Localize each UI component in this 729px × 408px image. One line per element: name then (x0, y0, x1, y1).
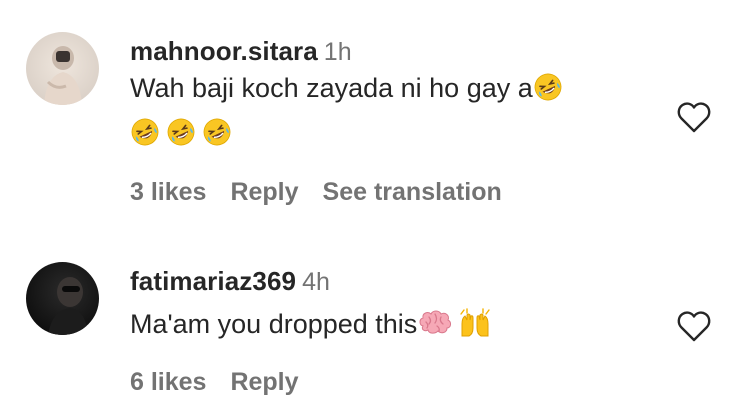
comment-actions: 6 likes Reply (130, 367, 323, 397)
reply-button[interactable]: Reply (230, 368, 298, 396)
timestamp: 4h (302, 268, 330, 296)
reply-button[interactable]: Reply (230, 178, 298, 206)
heart-outline-icon[interactable] (676, 100, 712, 134)
username[interactable]: fatimariaz369 (130, 266, 296, 296)
rolling-on-floor-laughing-emoji-icon (166, 117, 196, 147)
avatar-image (26, 262, 99, 335)
comment-text: Wah baji koch zayada ni ho gay a (130, 72, 563, 104)
avatar-image (26, 32, 99, 105)
comment-item: mahnoor.sitara 1h Wah baji koch zayada ni… (0, 0, 729, 230)
likes-count[interactable]: 3 likes (130, 178, 206, 206)
comment-text-content: Wah baji koch zayada ni ho gay a (130, 73, 533, 103)
rolling-on-floor-laughing-emoji-icon (202, 117, 232, 147)
comment-actions: 3 likes Reply See translation (130, 177, 526, 207)
likes-count[interactable]: 6 likes (130, 368, 206, 396)
rolling-on-floor-laughing-emoji-icon (533, 72, 563, 102)
heart-outline-icon[interactable] (676, 309, 712, 343)
raising-hands-emoji-icon (457, 308, 493, 338)
comment-text-content: Ma'am you dropped this (130, 309, 418, 339)
avatar[interactable] (26, 262, 99, 335)
comment-text: Ma'am you dropped this (130, 308, 493, 340)
see-translation-button[interactable]: See translation (323, 178, 502, 206)
comments-list: mahnoor.sitara 1h Wah baji koch zayada ni… (0, 0, 729, 408)
comment-item: fatimariaz369 4h Ma'am you dropped this 6… (0, 230, 729, 408)
comment-header: fatimariaz369 4h (130, 266, 330, 296)
comment-header: mahnoor.sitara 1h (130, 36, 352, 66)
avatar[interactable] (26, 32, 99, 105)
timestamp: 1h (323, 38, 352, 66)
comment-text-emojis (130, 117, 232, 149)
brain-emoji-icon (417, 308, 453, 338)
username[interactable]: mahnoor.sitara (130, 36, 318, 66)
rolling-on-floor-laughing-emoji-icon (130, 117, 160, 147)
